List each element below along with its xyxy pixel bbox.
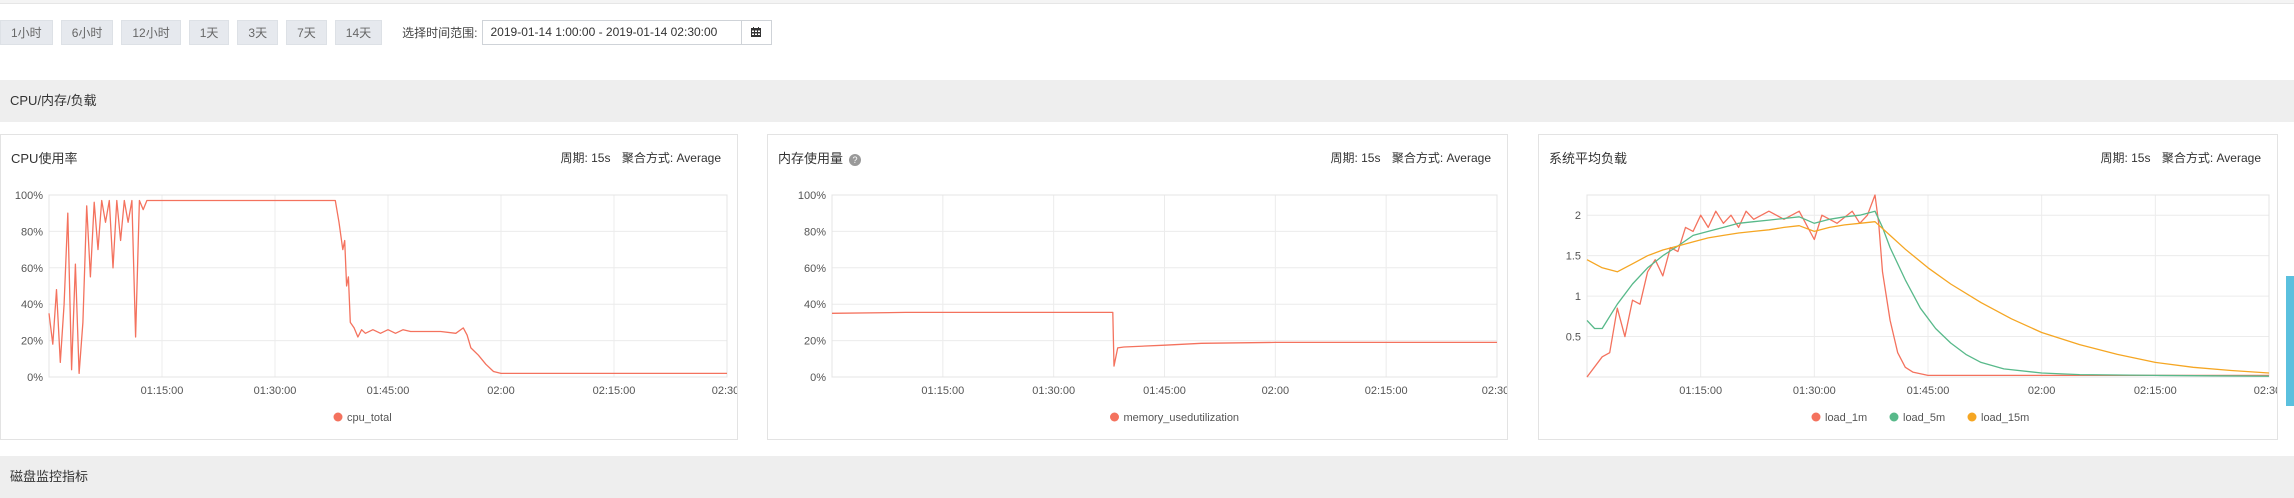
legend-swatch (1967, 412, 1977, 422)
panel-meta: 周期: 15s 聚合方式: Average (552, 149, 721, 166)
panel-title: 系统平均负载 (1549, 151, 1628, 166)
section-header-disk: 磁盘监控指标 (0, 456, 2294, 498)
y-tick-label: 40% (21, 299, 43, 311)
y-tick-label: 60% (804, 263, 826, 275)
range-1h-button[interactable]: 1小时 (0, 19, 53, 45)
x-tick-label: 02:00 (2028, 385, 2056, 397)
date-range-input[interactable] (481, 19, 742, 45)
legend-item-cpu_total[interactable]: cpu_total (333, 412, 392, 424)
panel-title: CPU使用率 (11, 151, 78, 166)
y-tick-label: 80% (804, 226, 826, 238)
legend-label: load_15m (1981, 412, 2029, 424)
legend-label: cpu_total (347, 412, 392, 424)
panel-meta: 周期: 15s 聚合方式: Average (2092, 149, 2261, 166)
x-tick-label: 01:15:00 (921, 385, 964, 397)
range-12h-button[interactable]: 12小时 (121, 19, 181, 45)
legend-label: load_5m (1903, 412, 1945, 424)
x-tick-label: 02:15:00 (2134, 385, 2177, 397)
y-tick-label: 0.5 (1566, 332, 1581, 344)
x-tick-label: 01:45:00 (1907, 385, 1950, 397)
y-tick-label: 0% (810, 372, 826, 384)
legend-label: memory_usedutilization (1124, 412, 1240, 424)
legend-swatch (1889, 412, 1899, 422)
memory-usage-chart: 0% 20% 40% 60% 80% 100% 01:15:00 01:30:00 01:45:… (798, 190, 1512, 424)
y-tick-label: 20% (21, 336, 43, 348)
period-label: 周期: 15s (2100, 151, 2151, 165)
y-tick-label: 0% (27, 372, 43, 384)
x-tick-label: 01:30:00 (254, 385, 297, 397)
x-tick-label: 02:30: (712, 385, 737, 397)
legend-swatch (1811, 412, 1821, 422)
y-tick-label: 40% (804, 299, 826, 311)
system-load-chart: 0.5 1 1.5 2 01:15:00 01:30:00 01:45:00 02:00 02:… (1566, 194, 2284, 424)
range-14d-button[interactable]: 14天 (334, 19, 383, 45)
x-tick-label: 01:15:00 (141, 385, 184, 397)
legend-item-load_5m[interactable]: load_5m (1889, 412, 1946, 424)
y-tick-label: 100% (798, 190, 826, 202)
x-tick-label: 01:45:00 (1143, 385, 1186, 397)
section-header-cpu-mem-load: CPU/内存/负载 (0, 80, 2294, 122)
x-tick-label: 02:30: (1482, 385, 1507, 397)
range-7d-button[interactable]: 7天 (286, 19, 327, 45)
grid (832, 194, 1498, 378)
y-tick-label: 60% (21, 263, 43, 275)
date-range-label: 选择时间范围: (402, 25, 478, 40)
range-3d-button[interactable]: 3天 (237, 19, 279, 45)
cpu-usage-chart: 0% 20% 40% 60% 80% 100% 01:15:00 01:30:00 01:45:… (15, 190, 742, 424)
y-tick-label: 100% (15, 190, 43, 202)
calendar-icon (751, 27, 761, 37)
panel-title-text: 内存使用量 (778, 151, 844, 166)
legend-item-load_1m[interactable]: load_1m (1811, 412, 1868, 424)
calendar-button[interactable] (741, 19, 772, 45)
aggregation-label: 聚合方式: Average (2161, 151, 2261, 165)
y-tick-label: 80% (21, 226, 43, 238)
y-tick-label: 1.5 (1566, 251, 1581, 263)
x-tick-label: 01:30:00 (1793, 385, 1836, 397)
top-border (0, 0, 2294, 4)
y-tick-label: 20% (804, 336, 826, 348)
legend-swatch (333, 412, 343, 422)
panel-meta: 周期: 15s 聚合方式: Average (1322, 149, 1491, 166)
x-tick-label: 01:15:00 (1679, 385, 1722, 397)
aggregation-label: 聚合方式: Average (1391, 151, 1491, 165)
time-range-toolbar: 1小时 6小时 12小时 1天 3天 7天 14天 选择时间范围: (0, 18, 772, 46)
x-tick-label: 02:30: (2254, 385, 2277, 397)
legend-item-memory_usedutilization[interactable]: memory_usedutilization (1110, 412, 1239, 424)
period-label: 周期: 15s (1330, 151, 1381, 165)
grid (1587, 195, 2270, 377)
legend-swatch (1110, 412, 1119, 422)
x-tick-label: 01:30:00 (1032, 385, 1075, 397)
x-tick-label: 02:15:00 (1365, 385, 1408, 397)
panel-title: 内存使用量? (778, 148, 862, 167)
help-icon[interactable]: ? (849, 153, 862, 166)
x-tick-label: 01:45:00 (367, 385, 410, 397)
system-load-panel: 系统平均负载 周期: 15s 聚合方式: Average 0.5 1 1.5 2 01:… (1538, 134, 2284, 440)
memory-usage-panel: 内存使用量? 周期: 15s 聚合方式: Average 0% 20% 40% 60%… (767, 134, 1512, 440)
x-tick-label: 02:15:00 (593, 385, 636, 397)
x-tick-label: 02:00 (1262, 385, 1290, 397)
legend-item-load_15m[interactable]: load_15m (1967, 412, 2030, 424)
side-feedback-tab[interactable] (2286, 276, 2294, 406)
x-tick-label: 02:00 (487, 385, 515, 397)
legend-label: load_1m (1825, 412, 1867, 424)
grid (49, 194, 728, 378)
aggregation-label: 聚合方式: Average (621, 151, 721, 165)
range-6h-button[interactable]: 6小时 (60, 19, 114, 45)
y-tick-label: 2 (1575, 210, 1581, 222)
cpu-usage-panel: CPU使用率 周期: 15s 聚合方式: Average 0% 20% 40% 60%… (0, 134, 742, 440)
y-tick-label: 1 (1575, 291, 1581, 303)
period-label: 周期: 15s (560, 151, 611, 165)
range-1d-button[interactable]: 1天 (188, 19, 230, 45)
